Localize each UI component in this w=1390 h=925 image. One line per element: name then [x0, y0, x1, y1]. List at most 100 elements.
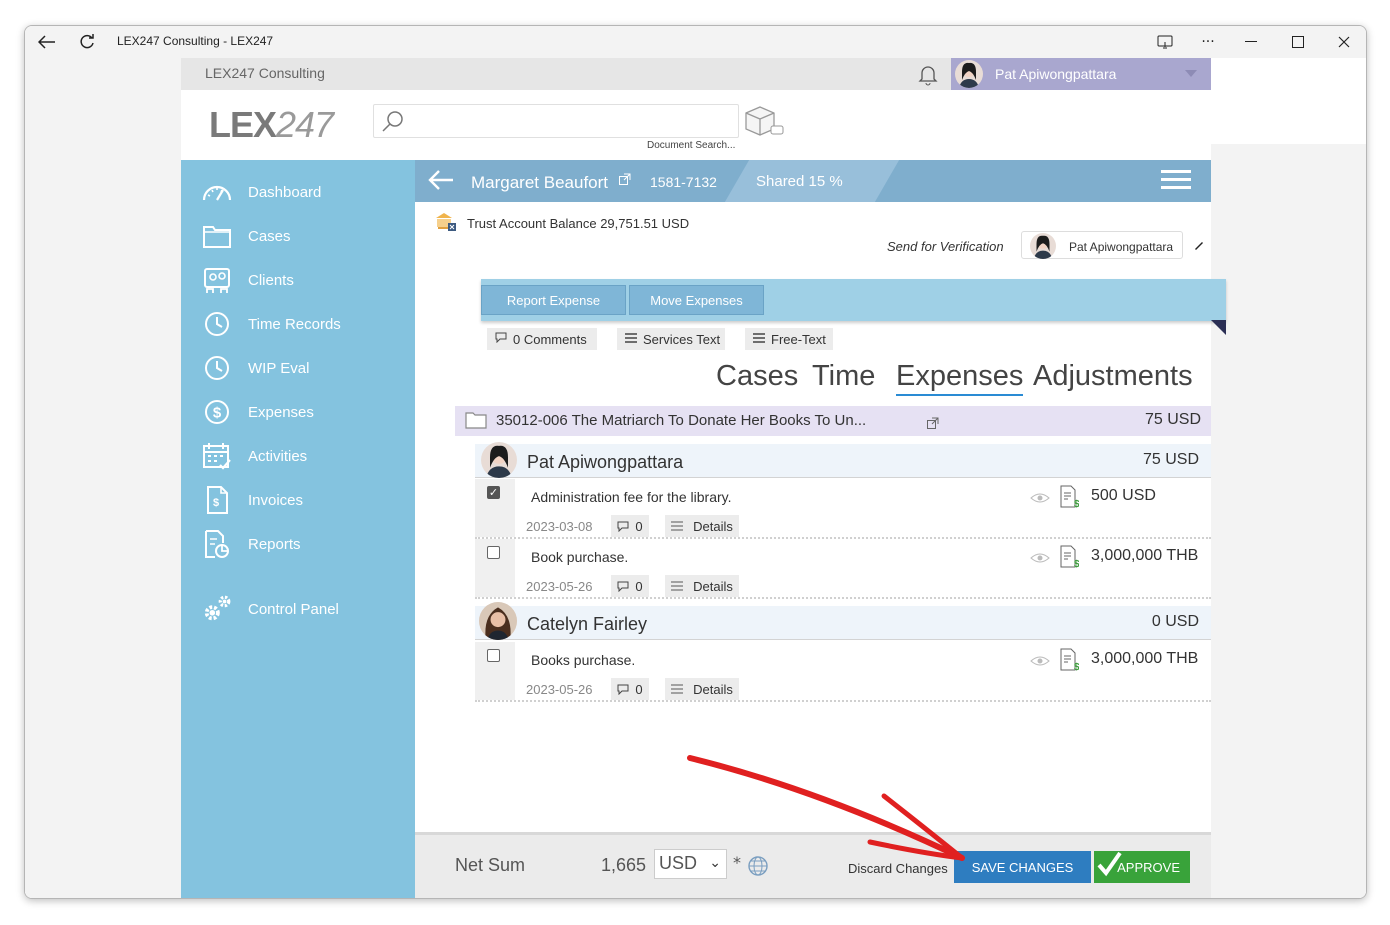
- sidebar-item-time-records[interactable]: Time Records: [181, 304, 415, 344]
- sidebar-item-expenses[interactable]: $ Expenses: [181, 392, 415, 432]
- client-name[interactable]: Margaret Beaufort: [471, 173, 608, 193]
- discard-changes-button[interactable]: Discard Changes: [848, 861, 948, 876]
- entry-checkbox[interactable]: ✓: [487, 486, 500, 499]
- menu-icon[interactable]: [1161, 170, 1191, 192]
- entry-comments-button[interactable]: 0: [611, 575, 649, 597]
- close-icon[interactable]: [1332, 30, 1356, 54]
- sidebar-item-label: WIP Eval: [248, 359, 310, 377]
- user-menu[interactable]: Pat Apiwongpattara: [951, 58, 1211, 90]
- currency-select[interactable]: USD ⌄: [654, 849, 727, 879]
- clients-icon: [201, 264, 233, 296]
- dollar-icon: $: [201, 396, 233, 428]
- right-margin-top: [1211, 58, 1366, 144]
- app-window: LEX247 Consulting - LEX247 ··· LEX247 Co…: [24, 25, 1367, 899]
- org-bar: LEX247 Consulting Pat Apiwongpattara: [181, 58, 1211, 90]
- svg-text:$: $: [1074, 662, 1079, 672]
- services-text-label: Services Text: [643, 331, 721, 347]
- maximize-icon[interactable]: [1286, 30, 1310, 54]
- clock-icon: [201, 308, 233, 340]
- tab-time[interactable]: Time: [812, 360, 875, 393]
- entry-checkbox[interactable]: [487, 649, 500, 662]
- sidebar-item-label: Dashboard: [248, 183, 322, 201]
- sidebar-item-wip-eval[interactable]: WIP Eval: [181, 348, 415, 388]
- verifier-select[interactable]: Pat Apiwongpattara: [1021, 231, 1183, 259]
- entry-description: Book purchase.: [531, 549, 629, 565]
- sidebar-item-dashboard[interactable]: Dashboard: [181, 172, 415, 212]
- currency-value: USD: [659, 853, 698, 873]
- entry-details-button[interactable]: Details: [665, 575, 739, 597]
- comments-filter[interactable]: 0 Comments: [487, 328, 597, 350]
- person-name: Catelyn Fairley: [527, 614, 648, 634]
- more-options-icon[interactable]: ···: [1196, 30, 1220, 54]
- external-link-icon[interactable]: [927, 414, 939, 429]
- entry-details-button[interactable]: Details: [665, 515, 739, 537]
- tab-cases[interactable]: Cases: [716, 360, 798, 393]
- right-margin: [1211, 58, 1366, 898]
- globe-icon[interactable]: [747, 855, 769, 877]
- entry-checkbox[interactable]: [487, 546, 500, 559]
- back-arrow-icon[interactable]: [35, 30, 59, 54]
- window-title: LEX247 Consulting - LEX247: [117, 34, 274, 48]
- svg-text:$: $: [213, 405, 222, 422]
- matter-title: 35012-006 The Matriarch To Donate Her Bo…: [496, 412, 867, 429]
- avatar: [481, 442, 517, 478]
- folder-icon: [465, 411, 487, 429]
- receipt-icon[interactable]: $: [1059, 648, 1080, 673]
- move-expenses-button[interactable]: Move Expenses: [629, 285, 764, 315]
- tab-expenses[interactable]: Expenses: [896, 360, 1024, 396]
- free-text-filter[interactable]: Free-Text: [745, 328, 833, 350]
- tab-bar: Cases Time Expenses Adjustments: [415, 360, 1211, 400]
- list-icon: [625, 332, 637, 346]
- sidebar: Dashboard Cases Clients Time Records WIP…: [181, 160, 415, 898]
- main-panel: Margaret Beaufort 1581-7132 Shared 15 % …: [415, 160, 1226, 898]
- eye-icon[interactable]: [1030, 550, 1050, 564]
- app-content: LEX247 Consulting Pat Apiwongpattara LEX…: [25, 58, 1366, 898]
- back-arrow-icon[interactable]: [427, 168, 455, 198]
- eye-icon[interactable]: [1030, 490, 1050, 504]
- sidebar-item-label: Invoices: [248, 491, 304, 509]
- bell-icon[interactable]: [916, 62, 940, 86]
- entry-checkbox-cell: [475, 539, 515, 597]
- sidebar-item-clients[interactable]: Clients: [181, 260, 415, 300]
- case-header: Margaret Beaufort 1581-7132 Shared 15 %: [415, 160, 1211, 202]
- matter-row[interactable]: 35012-006 The Matriarch To Donate Her Bo…: [455, 406, 1211, 436]
- approve-label: APPROVE: [1117, 859, 1180, 875]
- comments-filter-label: 0 Comments: [513, 331, 587, 347]
- sidebar-item-control-panel[interactable]: Control Panel: [181, 589, 415, 629]
- external-link-icon[interactable]: [619, 170, 631, 185]
- eye-icon[interactable]: [1030, 653, 1050, 667]
- check-icon: [1096, 849, 1122, 879]
- sidebar-item-cases[interactable]: Cases: [181, 216, 415, 256]
- tab-adjustments[interactable]: Adjustments: [1033, 360, 1193, 393]
- entry-comments-button[interactable]: 0: [611, 678, 649, 700]
- refresh-icon[interactable]: [75, 30, 99, 54]
- clock-icon: [201, 352, 233, 384]
- bank-icon: [435, 212, 457, 232]
- sidebar-item-activities[interactable]: Activities: [181, 436, 415, 476]
- approve-button[interactable]: APPROVE: [1094, 851, 1190, 883]
- pencil-icon[interactable]: [1193, 236, 1205, 250]
- entry-comments-button[interactable]: 0: [611, 515, 649, 537]
- calendar-check-icon: [201, 440, 233, 472]
- entry-comments-count: 0: [635, 518, 643, 534]
- save-changes-button[interactable]: SAVE CHANGES: [954, 851, 1091, 883]
- entry-amount: 3,000,000 THB: [1091, 547, 1199, 564]
- search-input[interactable]: [373, 104, 739, 138]
- package-icon[interactable]: [743, 104, 785, 138]
- org-name: LEX247 Consulting: [205, 65, 325, 81]
- entry-amount: 500 USD: [1091, 487, 1156, 504]
- minimize-icon[interactable]: [1239, 30, 1263, 54]
- entry-checkbox-cell: ✓: [475, 479, 515, 537]
- services-text-filter[interactable]: Services Text: [617, 328, 725, 350]
- receipt-icon[interactable]: $: [1059, 545, 1080, 570]
- cast-icon[interactable]: [1153, 30, 1177, 54]
- chevron-down-icon[interactable]: [1185, 70, 1197, 77]
- sidebar-item-reports[interactable]: Reports: [181, 524, 415, 564]
- report-expense-button[interactable]: Report Expense: [481, 285, 626, 315]
- person-name: Pat Apiwongpattara: [527, 452, 684, 472]
- receipt-icon[interactable]: $: [1059, 485, 1080, 510]
- sidebar-item-invoices[interactable]: $ Invoices: [181, 480, 415, 520]
- entry-details-button[interactable]: Details: [665, 678, 739, 700]
- expense-entry: Books purchase. 2023-05-26 0 Details $ 3…: [475, 642, 1211, 702]
- expense-entry: ✓ Administration fee for the library. 20…: [475, 479, 1211, 539]
